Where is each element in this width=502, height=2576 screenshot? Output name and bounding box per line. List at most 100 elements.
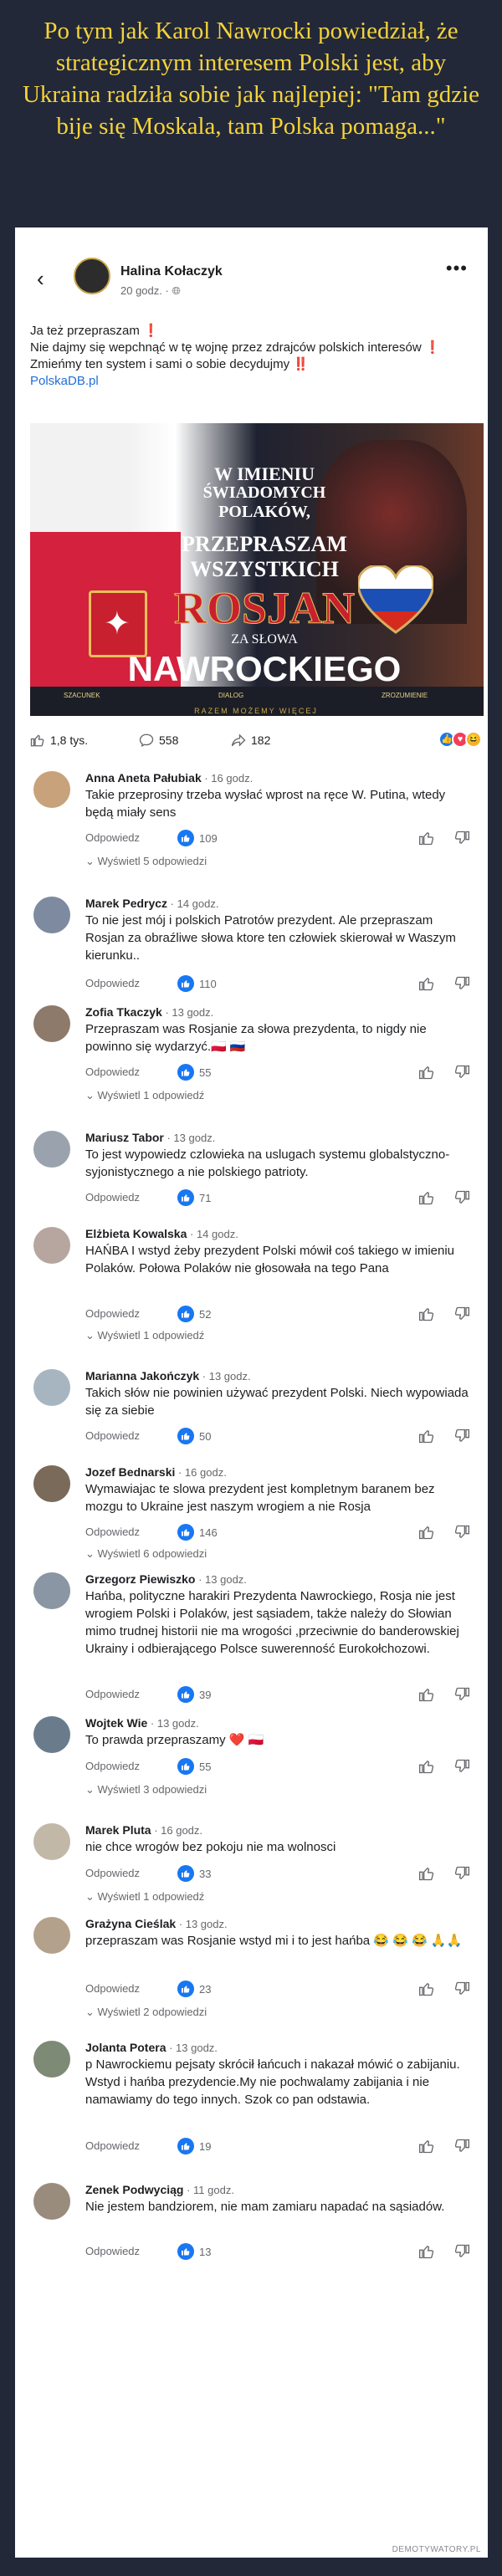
comment-author[interactable]: Jolanta Potera · 13 godz. bbox=[85, 2041, 218, 2054]
more-options-icon[interactable]: ••• bbox=[446, 258, 468, 279]
thumbs-down-icon[interactable] bbox=[453, 2138, 470, 2154]
view-replies-label[interactable]: Wyświetl 1 odpowiedź bbox=[98, 1890, 205, 1903]
comment-author-name[interactable]: Grażyna Cieślak bbox=[85, 1917, 176, 1930]
view-replies-link[interactable]: ⌄ Wyświetl 6 odpowiedzi bbox=[85, 1547, 207, 1561]
comment-author[interactable]: Elżbieta Kowalska · 14 godz. bbox=[85, 1227, 238, 1240]
comment-like-count[interactable]: 23 bbox=[177, 1981, 211, 1997]
thumbs-up-icon[interactable] bbox=[418, 1981, 435, 1997]
post-author[interactable]: Halina Kołaczyk bbox=[120, 264, 223, 279]
comment-like-count[interactable]: 71 bbox=[177, 1189, 211, 1206]
view-replies-label[interactable]: Wyświetl 1 odpowiedź bbox=[98, 1329, 205, 1342]
comment-author[interactable]: Anna Aneta Pałubiak · 16 godz. bbox=[85, 771, 253, 785]
thumbs-up-icon[interactable] bbox=[418, 1524, 435, 1541]
thumbs-up-icon[interactable] bbox=[418, 1428, 435, 1444]
view-replies-link[interactable]: ⌄ Wyświetl 1 odpowiedź bbox=[85, 1089, 204, 1102]
comment-like-count[interactable]: 55 bbox=[177, 1064, 211, 1081]
comment-author-name[interactable]: Marek Pluta bbox=[85, 1823, 151, 1837]
comment-author-name[interactable]: Jozef Bednarski bbox=[85, 1465, 175, 1479]
comment-author-name[interactable]: Zofia Tkaczyk bbox=[85, 1005, 162, 1019]
comment-author-name[interactable]: Marek Pedrycz bbox=[85, 897, 167, 910]
thumbs-down-icon[interactable] bbox=[453, 1064, 470, 1081]
thumbs-up-icon[interactable] bbox=[418, 2138, 435, 2154]
comment-author-name[interactable]: Mariusz Tabor bbox=[85, 1131, 164, 1144]
comment-avatar[interactable] bbox=[33, 1823, 70, 1860]
comment-like-count[interactable]: 33 bbox=[177, 1865, 211, 1882]
comment-avatar[interactable] bbox=[33, 1572, 70, 1609]
post-link[interactable]: PolskaDB.pl bbox=[30, 373, 471, 390]
reply-button[interactable]: Odpowiedz bbox=[85, 1982, 140, 1995]
view-replies-link[interactable]: ⌄ Wyświetl 3 odpowiedzi bbox=[85, 1783, 207, 1797]
thumbs-down-icon[interactable] bbox=[453, 1865, 470, 1882]
reaction-emojis[interactable]: 👍 ♥ 😆 bbox=[438, 731, 482, 748]
comment-author-name[interactable]: Zenek Podwyciąg bbox=[85, 2183, 183, 2196]
comment-like-count[interactable]: 50 bbox=[177, 1428, 211, 1444]
thumbs-down-icon[interactable] bbox=[453, 1686, 470, 1703]
comment-author-name[interactable]: Jolanta Potera bbox=[85, 2041, 166, 2054]
thumbs-up-icon[interactable] bbox=[418, 2243, 435, 2260]
reply-button[interactable]: Odpowiedz bbox=[85, 1867, 140, 1879]
comment-like-count[interactable]: 55 bbox=[177, 1758, 211, 1775]
comment-author[interactable]: Jozef Bednarski · 16 godz. bbox=[85, 1465, 227, 1479]
comment-avatar[interactable] bbox=[33, 2041, 70, 2078]
thumbs-up-icon[interactable] bbox=[418, 1686, 435, 1703]
comment-author[interactable]: Marek Pedrycz · 14 godz. bbox=[85, 897, 219, 910]
thumbs-up-icon[interactable] bbox=[418, 1758, 435, 1775]
comment-author[interactable]: Zofia Tkaczyk · 13 godz. bbox=[85, 1005, 213, 1019]
view-replies-link[interactable]: ⌄ Wyświetl 5 odpowiedzi bbox=[85, 855, 207, 868]
thumbs-up-icon[interactable] bbox=[418, 1865, 435, 1882]
like-action[interactable]: 1,8 tys. bbox=[30, 733, 88, 748]
thumbs-down-icon[interactable] bbox=[453, 830, 470, 846]
comment-avatar[interactable] bbox=[33, 1465, 70, 1502]
reply-button[interactable]: Odpowiedz bbox=[85, 1526, 140, 1538]
comment-author[interactable]: Marianna Jakończyk · 13 godz. bbox=[85, 1369, 251, 1383]
comment-author-name[interactable]: Elżbieta Kowalska bbox=[85, 1227, 187, 1240]
reply-button[interactable]: Odpowiedz bbox=[85, 2139, 140, 2152]
thumbs-down-icon[interactable] bbox=[453, 1428, 470, 1444]
comment-like-count[interactable]: 52 bbox=[177, 1306, 211, 1322]
comment-avatar[interactable] bbox=[33, 897, 70, 933]
reply-button[interactable]: Odpowiedz bbox=[85, 1191, 140, 1204]
comment-like-count[interactable]: 109 bbox=[177, 830, 218, 846]
view-replies-label[interactable]: Wyświetl 5 odpowiedzi bbox=[98, 855, 207, 867]
thumbs-down-icon[interactable] bbox=[453, 1758, 470, 1775]
share-action[interactable]: 182 bbox=[231, 733, 270, 748]
view-replies-label[interactable]: Wyświetl 2 odpowiedzi bbox=[98, 2006, 207, 2018]
thumbs-down-icon[interactable] bbox=[453, 975, 470, 992]
view-replies-link[interactable]: ⌄ Wyświetl 1 odpowiedź bbox=[85, 1890, 204, 1904]
comment-author-name[interactable]: Anna Aneta Pałubiak bbox=[85, 771, 202, 785]
comment-author-name[interactable]: Wojtek Wie bbox=[85, 1716, 147, 1730]
view-replies-label[interactable]: Wyświetl 1 odpowiedź bbox=[98, 1089, 205, 1101]
view-replies-link[interactable]: ⌄ Wyświetl 2 odpowiedzi bbox=[85, 2006, 207, 2019]
comment-avatar[interactable] bbox=[33, 1716, 70, 1753]
comment-avatar[interactable] bbox=[33, 1369, 70, 1406]
avatar[interactable] bbox=[74, 258, 110, 294]
thumbs-up-icon[interactable] bbox=[418, 975, 435, 992]
comment-like-count[interactable]: 13 bbox=[177, 2243, 211, 2260]
reply-button[interactable]: Odpowiedz bbox=[85, 1760, 140, 1772]
comment-author[interactable]: Marek Pluta · 16 godz. bbox=[85, 1823, 202, 1837]
comment-author[interactable]: Mariusz Tabor · 13 godz. bbox=[85, 1131, 215, 1144]
thumbs-down-icon[interactable] bbox=[453, 1524, 470, 1541]
thumbs-up-icon[interactable] bbox=[418, 1189, 435, 1206]
comment-avatar[interactable] bbox=[33, 1227, 70, 1264]
comment-author[interactable]: Grzegorz Piewiszko · 13 godz. bbox=[85, 1572, 247, 1586]
back-arrow-icon[interactable]: ‹ bbox=[37, 266, 44, 292]
reply-button[interactable]: Odpowiedz bbox=[85, 1307, 140, 1320]
reply-button[interactable]: Odpowiedz bbox=[85, 1688, 140, 1700]
comment-like-count[interactable]: 110 bbox=[177, 975, 217, 992]
reply-button[interactable]: Odpowiedz bbox=[85, 977, 140, 989]
comment-like-count[interactable]: 39 bbox=[177, 1686, 211, 1703]
thumbs-down-icon[interactable] bbox=[453, 2243, 470, 2260]
comment-avatar[interactable] bbox=[33, 1005, 70, 1042]
thumbs-down-icon[interactable] bbox=[453, 1306, 470, 1322]
comment-avatar[interactable] bbox=[33, 1131, 70, 1168]
post-image[interactable]: W IMIENIU ŚWIADOMYCH POLAKÓW, PRZEPRASZA… bbox=[30, 423, 484, 716]
reply-button[interactable]: Odpowiedz bbox=[85, 2245, 140, 2257]
thumbs-up-icon[interactable] bbox=[418, 830, 435, 846]
reply-button[interactable]: Odpowiedz bbox=[85, 1066, 140, 1078]
reply-button[interactable]: Odpowiedz bbox=[85, 1429, 140, 1442]
thumbs-down-icon[interactable] bbox=[453, 1189, 470, 1206]
view-replies-label[interactable]: Wyświetl 6 odpowiedzi bbox=[98, 1547, 207, 1560]
comment-author-name[interactable]: Marianna Jakończyk bbox=[85, 1369, 199, 1383]
comment-author[interactable]: Zenek Podwyciąg · 11 godz. bbox=[85, 2183, 234, 2196]
